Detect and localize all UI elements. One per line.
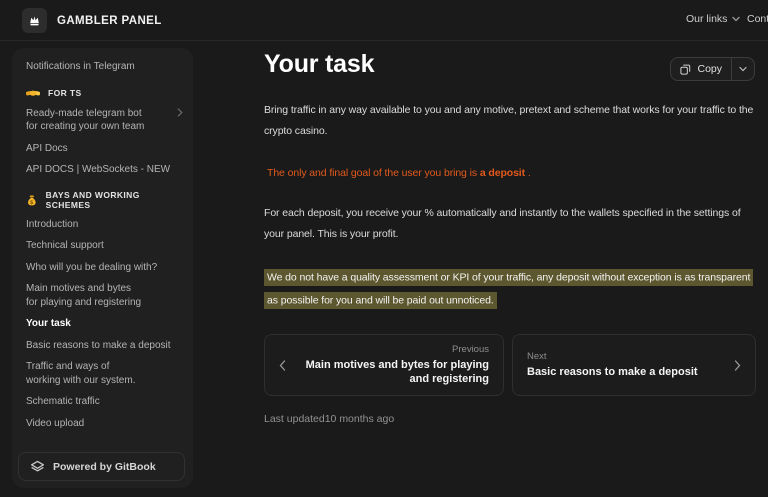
copy-button-main[interactable]: Copy [671, 58, 731, 80]
pagination: Previous Main motives and bytes for play… [264, 334, 756, 396]
last-updated: Last updated10 months ago [264, 413, 756, 425]
sidebar-item-api-docs[interactable]: API Docs [26, 142, 183, 156]
contacts-label: Contacts [747, 13, 768, 25]
goal-statement: The only and final goal of the user you … [264, 163, 756, 184]
page: { "colors": { "accent_orange": "#e25a1c"… [0, 0, 768, 497]
deposit-paragraph: For each deposit, you receive your % aut… [264, 203, 756, 245]
brand-name: GAMBLER PANEL [57, 15, 162, 27]
our-links-menu[interactable]: Our links [686, 13, 740, 25]
chevron-down-icon [739, 66, 747, 72]
chevron-right-icon [177, 108, 183, 117]
intro-paragraph: Bring traffic in any way available to yo… [264, 100, 756, 142]
sidebar-item-main-motives[interactable]: Main motives and bytes for playing and r… [26, 282, 183, 309]
highlighted-paragraph: We do not have a quality assessment or K… [264, 266, 756, 312]
copy-label: Copy [697, 63, 722, 75]
sidebar-item-ready-made-bot[interactable]: Ready-made telegram bot for creating you… [26, 107, 183, 134]
main-content: Your task Copy Bring traffic in any way … [264, 50, 756, 425]
chevron-right-icon [734, 360, 741, 371]
crown-icon [22, 8, 47, 33]
chevron-down-icon [732, 16, 740, 22]
previous-title: Main motives and bytes for playing and r… [296, 358, 489, 387]
section-header-for-ts: FOR TS [26, 87, 183, 99]
sidebar: Notifications in Telegram FOR TS Ready-m… [12, 48, 193, 488]
our-links-label: Our links [686, 13, 727, 25]
sidebar-item-schematic-traffic[interactable]: Schematic traffic [26, 395, 183, 409]
previous-page-card[interactable]: Previous Main motives and bytes for play… [264, 334, 504, 396]
sidebar-item-introduction[interactable]: Introduction [26, 218, 183, 232]
sidebar-item-your-task[interactable]: Your task [26, 317, 183, 331]
powered-by-gitbook[interactable]: Powered by GitBook [18, 452, 185, 481]
next-title: Basic reasons to make a deposit [527, 365, 724, 380]
highlight-text: We do not have a quality assessment or K… [264, 269, 753, 309]
brand[interactable]: GAMBLER PANEL [22, 8, 162, 33]
top-header: GAMBLER PANEL Our links Contacts [0, 0, 768, 41]
sidebar-item-api-docs-websockets[interactable]: API DOCS | WebSockets - NEW [26, 163, 183, 177]
next-label: Next [527, 351, 724, 362]
handshake-icon [26, 87, 40, 99]
money-bag-icon: $ [26, 193, 38, 207]
section-header-bays-schemes: $ BAYS AND WORKING SCHEMES [26, 190, 183, 210]
chevron-left-icon [279, 360, 286, 371]
sidebar-item-traffic-and-ways[interactable]: Traffic and ways of working with our sys… [26, 360, 183, 387]
copy-button[interactable]: Copy [670, 57, 755, 81]
sidebar-item-video-upload[interactable]: Video upload [26, 417, 183, 431]
previous-label: Previous [296, 344, 489, 355]
sidebar-item-basic-reasons[interactable]: Basic reasons to make a deposit [26, 339, 183, 353]
deposit-emphasis: a deposit [480, 167, 525, 179]
copy-icon [680, 64, 691, 75]
copy-dropdown-toggle[interactable] [731, 58, 754, 80]
svg-text:$: $ [30, 199, 34, 205]
gitbook-icon [30, 460, 45, 474]
sidebar-item-who-dealing-with[interactable]: Who will you be dealing with? [26, 261, 183, 275]
contacts-link[interactable]: Contacts [747, 13, 768, 25]
next-page-card[interactable]: Next Basic reasons to make a deposit [512, 334, 756, 396]
sidebar-item-technical-support[interactable]: Technical support [26, 239, 183, 253]
sidebar-item-notifications[interactable]: Notifications in Telegram [26, 60, 183, 74]
